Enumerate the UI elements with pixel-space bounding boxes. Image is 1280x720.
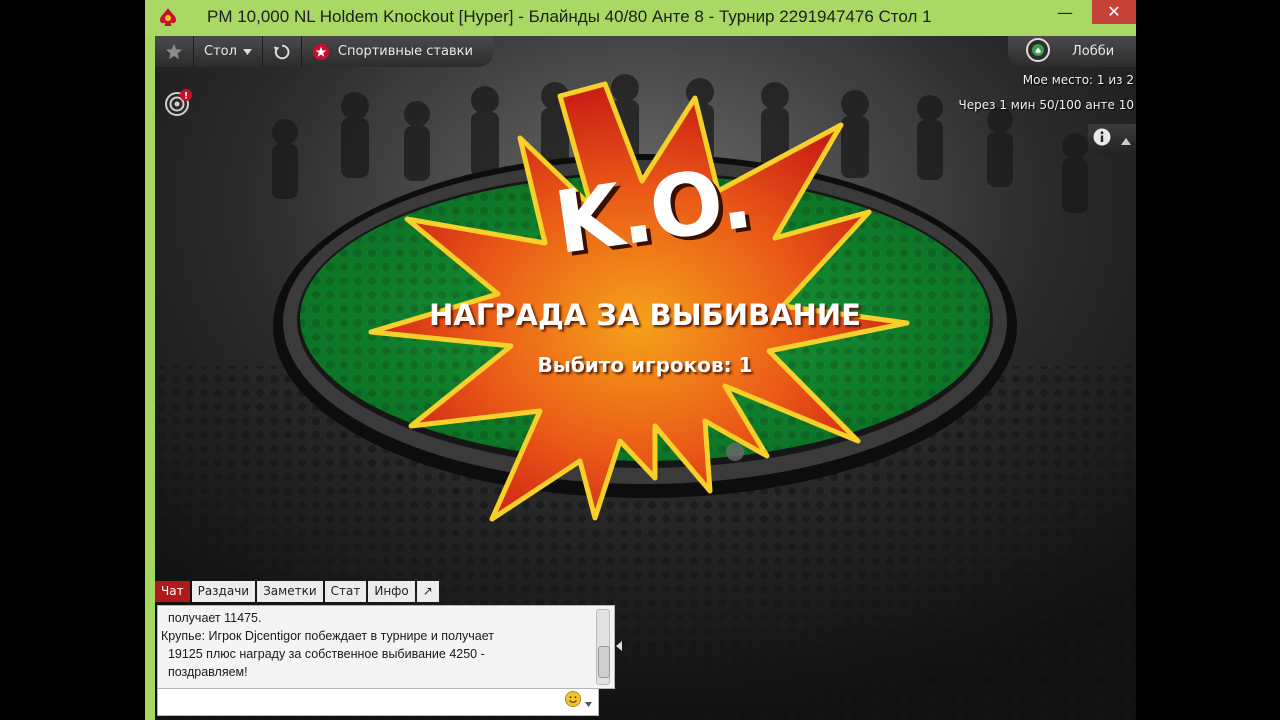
chat-line: Крупье: Игрок Djcentigor побеждает в тур… bbox=[161, 629, 495, 643]
table-info-button[interactable] bbox=[1088, 124, 1136, 154]
favorite-button[interactable] bbox=[155, 36, 194, 67]
tab-notes[interactable]: Заметки bbox=[257, 581, 323, 602]
chat-log: получает 11475. Крупье: Игрок Djcentigor… bbox=[157, 605, 615, 689]
dropdown-arrow-icon bbox=[242, 48, 252, 55]
tab-info[interactable]: Инфо bbox=[368, 581, 415, 602]
table-menu-button[interactable]: Стол bbox=[194, 36, 263, 67]
sports-betting-label: Спортивные ставки bbox=[337, 44, 473, 59]
chat-line: 19125 плюс награду за собственное выбива… bbox=[161, 647, 485, 661]
poker-table: K.O. НАГРАДА ЗА ВЫБИВАНИЕ Выбито игроков… bbox=[155, 36, 1136, 720]
star-icon bbox=[165, 43, 183, 61]
sports-spade-icon bbox=[312, 43, 330, 61]
chat-line: получает 11475. bbox=[161, 611, 262, 625]
poker-table-window: PM 10,000 NL Holdem Knockout [Hyper] - Б… bbox=[145, 0, 1136, 720]
window-title: PM 10,000 NL Holdem Knockout [Hyper] - Б… bbox=[207, 7, 932, 26]
target-notification-icon[interactable]: ! bbox=[163, 88, 193, 118]
pokerstars-app-icon bbox=[157, 6, 179, 28]
chat-line: поздравляем! bbox=[161, 665, 248, 679]
table-menu-label: Стол bbox=[204, 44, 237, 59]
ko-title: НАГРАДА ЗА ВЫБИВАНИЕ bbox=[429, 298, 861, 332]
tab-chat[interactable]: Чат bbox=[155, 581, 190, 602]
ko-logo: K.O. bbox=[548, 147, 757, 275]
chat-tabs: Чат Раздачи Заметки Стат Инфо ↗ bbox=[155, 581, 439, 602]
chat-message-input[interactable] bbox=[157, 688, 599, 716]
svg-text:♠: ♠ bbox=[1034, 47, 1042, 57]
table-toolbar: Стол Спортивные ставки bbox=[155, 36, 493, 67]
lobby-label: Лобби bbox=[1072, 44, 1115, 59]
lobby-button[interactable]: ♠ Лобби bbox=[1008, 36, 1136, 67]
sports-betting-button[interactable]: Спортивные ставки bbox=[302, 36, 483, 67]
emoji-dropdown-arrow-icon bbox=[584, 692, 592, 711]
title-bar: PM 10,000 NL Holdem Knockout [Hyper] - Б… bbox=[145, 0, 1136, 36]
popout-chat-icon[interactable]: ↗ bbox=[416, 581, 439, 602]
info-icon bbox=[1093, 128, 1111, 150]
minimize-button[interactable]: — bbox=[1045, 2, 1085, 24]
my-place-text: Мое место: 1 из 2 bbox=[1022, 73, 1134, 87]
chat-scrollbar[interactable] bbox=[596, 609, 610, 685]
chat-scroll-thumb[interactable] bbox=[598, 646, 610, 678]
close-button[interactable]: ✕ bbox=[1092, 0, 1136, 24]
emoji-picker-button[interactable] bbox=[560, 690, 596, 712]
next-level-text: Через 1 мин 50/100 анте 10 bbox=[958, 98, 1134, 112]
collapse-up-icon bbox=[1121, 130, 1131, 149]
pokerstars-chip-icon: ♠ bbox=[1026, 37, 1050, 66]
tab-stats[interactable]: Стат bbox=[324, 581, 367, 602]
chat-collapse-handle[interactable] bbox=[614, 616, 624, 676]
rebuy-icon bbox=[273, 43, 291, 61]
smiley-icon bbox=[564, 691, 581, 711]
rebuy-button[interactable] bbox=[263, 36, 302, 67]
ko-subtitle: Выбито игроков: 1 bbox=[537, 353, 753, 377]
svg-text:!: ! bbox=[184, 92, 188, 102]
tab-hands[interactable]: Раздачи bbox=[191, 581, 256, 602]
